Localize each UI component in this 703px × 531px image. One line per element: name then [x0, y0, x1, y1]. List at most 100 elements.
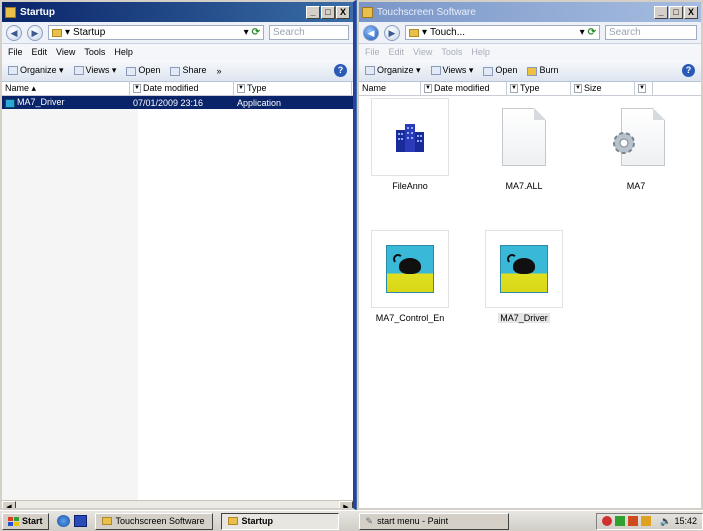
address-field[interactable]: ▾ Startup ▾ ⟳: [48, 25, 264, 40]
burn-icon: [527, 66, 538, 76]
internet-explorer-icon[interactable]: [56, 515, 70, 527]
folder-icon: [101, 517, 112, 525]
column-date[interactable]: ▼ Date modified: [421, 82, 507, 95]
close-button[interactable]: X: [336, 5, 350, 19]
taskbar-button-startup[interactable]: Startup: [220, 512, 339, 530]
network-icon[interactable]: [615, 516, 626, 526]
quick-launch: [56, 515, 87, 527]
file-label: MA7_Control_En: [375, 313, 445, 323]
back-button[interactable]: ◀: [363, 24, 379, 41]
menu-edit[interactable]: Edit: [389, 47, 405, 57]
refresh-icon[interactable]: ⟳: [252, 27, 260, 38]
column-date-label: Date modified: [434, 83, 490, 93]
menu-tools[interactable]: Tools: [441, 47, 462, 57]
maximize-button[interactable]: □: [669, 5, 683, 19]
address-field[interactable]: ▾ Touch... ▾ ⟳: [405, 25, 600, 40]
mouse-app-icon: [500, 245, 548, 293]
clock[interactable]: 15:42: [674, 516, 697, 526]
close-button[interactable]: X: [684, 5, 698, 19]
file-tile-selected[interactable]: MA7_Driver: [479, 230, 569, 323]
touchscreen-software-window: Touchscreen Software _ □ X ◀ ▶ ▾ Touch..…: [357, 0, 703, 510]
search-input[interactable]: Search: [605, 25, 697, 40]
speaker-icon[interactable]: 🔈: [660, 516, 671, 527]
maximize-button[interactable]: □: [321, 5, 335, 19]
column-size[interactable]: ▼ Size: [571, 82, 635, 95]
menu-view[interactable]: View: [413, 47, 432, 57]
power-icon[interactable]: [641, 516, 652, 526]
file-label: MA7: [626, 181, 646, 191]
open-button[interactable]: Open: [126, 65, 160, 76]
organize-button[interactable]: Organize ▾: [8, 65, 64, 76]
forward-button[interactable]: ▶: [384, 24, 400, 41]
windows-logo-icon: [8, 516, 19, 526]
filter-arrow-icon[interactable]: ▼: [574, 84, 582, 94]
file-thumbnail: [485, 230, 563, 308]
filter-arrow-icon[interactable]: ▼: [638, 84, 646, 94]
gear-icon: [613, 132, 635, 154]
file-tile[interactable]: MA7.ALL: [479, 98, 569, 191]
menu-file[interactable]: File: [365, 47, 380, 57]
organize-button[interactable]: Organize ▾: [365, 65, 421, 76]
views-button[interactable]: Views ▾: [430, 65, 473, 76]
forward-button[interactable]: ▶: [27, 24, 43, 41]
filter-arrow-icon[interactable]: ▼: [133, 84, 141, 94]
column-date[interactable]: ▼ Date modified: [130, 82, 234, 95]
title-bar[interactable]: Touchscreen Software _ □ X: [359, 2, 701, 22]
menu-help[interactable]: Help: [471, 47, 490, 57]
share-button[interactable]: Share: [170, 65, 206, 76]
refresh-icon[interactable]: ⟳: [588, 27, 596, 38]
menu-file[interactable]: File: [8, 47, 23, 57]
filter-arrow-icon[interactable]: ▼: [237, 84, 245, 94]
file-thumbnail: [371, 230, 449, 308]
file-label: MA7_Driver: [498, 313, 550, 323]
dropdown-icon[interactable]: ▾: [580, 27, 585, 38]
start-button[interactable]: Start: [2, 512, 49, 530]
filter-arrow-icon[interactable]: ▼: [424, 84, 432, 94]
open-button[interactable]: Open: [483, 65, 517, 76]
system-tray: 🔈 15:42: [596, 512, 703, 530]
dropdown-icon[interactable]: ▾: [244, 27, 249, 38]
column-type[interactable]: ▼ Type: [507, 82, 571, 95]
menu-tools[interactable]: Tools: [84, 47, 105, 57]
title-bar[interactable]: Startup _ □ X: [2, 2, 353, 22]
taskbar-button-touchscreen[interactable]: Touchscreen Software: [94, 512, 213, 530]
security-icon[interactable]: [602, 516, 613, 526]
help-icon[interactable]: ?: [334, 64, 347, 77]
taskbar-button-paint[interactable]: ✎ start menu - Paint: [358, 512, 509, 530]
buildings-icon: [396, 124, 424, 152]
show-desktop-icon[interactable]: [73, 515, 87, 527]
search-input[interactable]: Search: [269, 25, 349, 40]
menu-view[interactable]: View: [56, 47, 75, 57]
column-extra[interactable]: ▼: [635, 82, 653, 95]
menu-help[interactable]: Help: [114, 47, 133, 57]
file-label: MA7.ALL: [505, 181, 543, 191]
more-button[interactable]: »: [216, 66, 221, 76]
minimize-button[interactable]: _: [654, 5, 668, 19]
organize-icon: [365, 66, 375, 76]
column-type-label: Type: [520, 83, 540, 93]
file-row[interactable]: MA7_Driver 07/01/2009 23:16 Application: [2, 96, 353, 109]
file-tile[interactable]: MA7_Control_En: [365, 230, 455, 323]
volume-icon[interactable]: [628, 516, 639, 526]
scroll-track[interactable]: [16, 501, 339, 508]
column-name-label: Name: [362, 83, 387, 93]
scroll-left-icon[interactable]: ◀: [2, 501, 16, 508]
help-icon[interactable]: ?: [682, 64, 695, 77]
file-thumbnail: [485, 98, 563, 176]
minimize-button[interactable]: _: [306, 5, 320, 19]
menu-edit[interactable]: Edit: [32, 47, 48, 57]
burn-button[interactable]: Burn: [527, 65, 558, 76]
file-tile[interactable]: FileAnno: [365, 98, 455, 191]
file-tile[interactable]: MA7: [591, 98, 681, 191]
back-button[interactable]: ◀: [6, 24, 22, 41]
chevron-icon: ▾: [422, 27, 428, 38]
column-name[interactable]: Name ▴: [2, 82, 130, 95]
scroll-right-icon[interactable]: ▶: [339, 501, 353, 508]
taskbar-button-label: start menu - Paint: [377, 516, 449, 526]
horizontal-scrollbar[interactable]: ◀ ▶: [2, 500, 353, 508]
column-name[interactable]: Name: [359, 82, 421, 95]
views-button[interactable]: Views ▾: [73, 65, 116, 76]
organize-icon: [8, 66, 18, 76]
column-type[interactable]: ▼ Type: [234, 82, 352, 95]
filter-arrow-icon[interactable]: ▼: [510, 84, 518, 94]
